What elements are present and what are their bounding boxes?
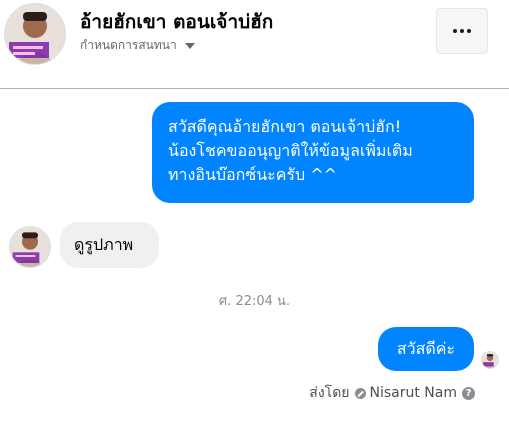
- incoming-message[interactable]: ดูรูปภาพ: [60, 222, 159, 268]
- more-options-button[interactable]: [436, 8, 488, 54]
- sender-name[interactable]: Nisarut Nam: [370, 385, 458, 401]
- caret-down-icon: [184, 42, 195, 49]
- message-line: น้องโชคขออนุญาติให้ข้อมูลเพิ่มเติม: [168, 141, 413, 160]
- message-timestamp: ศ. 22:04 น.: [218, 294, 291, 309]
- more-dots-icon: [467, 29, 471, 33]
- message-line: สวัสดีคุณอ้ายฮักเขา ตอนเจ้าบ่ฮัก!: [168, 117, 402, 136]
- sent-by-label: ส่งโดย: [309, 385, 350, 401]
- conversation-settings-dropdown[interactable]: กำหนดการสนทนา: [80, 36, 195, 55]
- conversation-settings-label: กำหนดการสนทนา: [80, 38, 177, 52]
- seen-avatar: [481, 351, 499, 369]
- conversation-title: อ้ายฮักเขา ตอนเจ้าบ่ฮัก: [80, 11, 274, 33]
- page-avatar[interactable]: [4, 3, 66, 65]
- help-icon[interactable]: ?: [462, 386, 475, 400]
- more-dots-icon: [453, 29, 457, 33]
- outgoing-message[interactable]: สวัสดีคุณอ้ายฮักเขา ตอนเจ้าบ่ฮัก! น้องโช…: [152, 102, 474, 203]
- outgoing-message[interactable]: สวัสดีค่ะ: [378, 327, 474, 371]
- profile-avatar-image: [12, 232, 44, 267]
- sent-by-info: ส่งโดย Nisarut Nam ?: [309, 382, 475, 404]
- sender-avatar[interactable]: [9, 226, 51, 268]
- sender-status-icon: [354, 387, 366, 399]
- profile-avatar-image: [9, 12, 55, 64]
- conversation-header: อ้ายฮักเขา ตอนเจ้าบ่ฮัก กำหนดการสนทนา: [0, 0, 509, 89]
- message-line: ทางอินบ๊อกซ์นะครับ ^^: [168, 165, 338, 184]
- profile-avatar-image: [483, 354, 496, 368]
- more-dots-icon: [460, 29, 464, 33]
